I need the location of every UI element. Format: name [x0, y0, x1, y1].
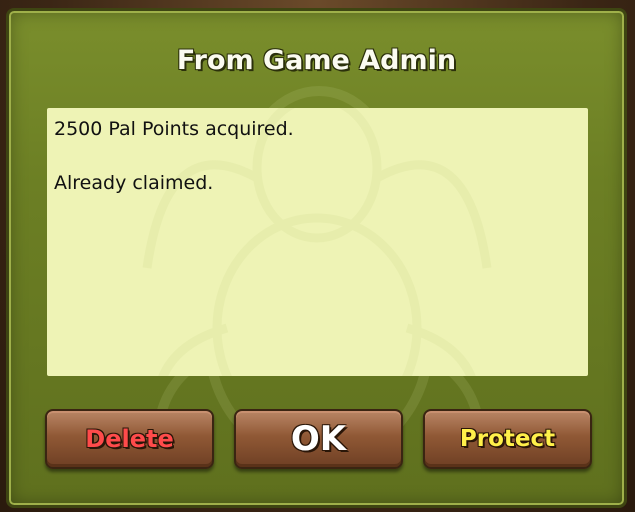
- message-body: 2500 Pal Points acquired. Already claime…: [47, 108, 588, 376]
- message-watermark-icon: [142, 108, 492, 376]
- delete-button-label: Delete: [85, 425, 174, 453]
- ok-button[interactable]: OK: [234, 409, 403, 469]
- protect-button[interactable]: Protect: [423, 409, 592, 469]
- admin-message-dialog: From Game Admin 2500 Pal Points acquired…: [6, 8, 627, 508]
- message-line-status: Already claimed.: [54, 172, 214, 194]
- message-line-points: 2500 Pal Points acquired.: [54, 118, 294, 140]
- ok-button-label: OK: [290, 419, 347, 459]
- delete-button[interactable]: Delete: [45, 409, 214, 469]
- protect-button-label: Protect: [459, 426, 556, 452]
- dialog-title: From Game Admin: [176, 45, 457, 76]
